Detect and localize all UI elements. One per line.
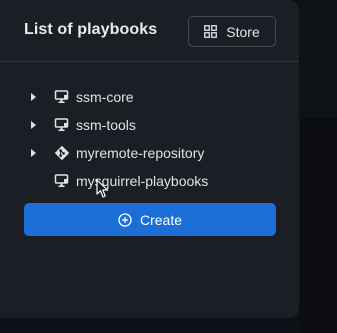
- tree-item-label: ssm-tools: [76, 117, 136, 133]
- tree-item-label: myremote-repository: [76, 145, 205, 161]
- panel-title: List of playbooks: [24, 21, 158, 38]
- panel-header: List of playbooks Store: [0, 0, 299, 62]
- monitor-icon: [54, 117, 70, 133]
- tree-item-ssm-tools[interactable]: ssm-tools: [28, 114, 278, 136]
- store-button[interactable]: Store: [188, 16, 276, 47]
- caret-right-icon[interactable]: [28, 147, 40, 159]
- mouse-pointer-icon: [96, 179, 110, 199]
- tree-item-label: ssm-core: [76, 89, 134, 105]
- grid-icon: [204, 25, 218, 38]
- monitor-icon: [54, 89, 70, 105]
- tree-item-mysquirrel-playbooks[interactable]: mysquirrel-playbooks: [28, 170, 278, 192]
- create-button[interactable]: Create: [24, 203, 276, 236]
- caret-right-icon[interactable]: [28, 119, 40, 131]
- background-strip: [300, 0, 337, 118]
- playbooks-panel: List of playbooks Store ssm-core ssm-too…: [0, 0, 299, 318]
- monitor-icon: [54, 173, 70, 189]
- store-button-label: Store: [226, 23, 260, 40]
- create-button-label: Create: [139, 211, 183, 228]
- plus-circle-icon: [118, 212, 132, 227]
- tree-item-ssm-core[interactable]: ssm-core: [28, 86, 278, 108]
- tree-item-myremote-repository[interactable]: myremote-repository: [28, 142, 278, 164]
- caret-right-icon[interactable]: [28, 91, 40, 103]
- git-icon: [54, 145, 70, 161]
